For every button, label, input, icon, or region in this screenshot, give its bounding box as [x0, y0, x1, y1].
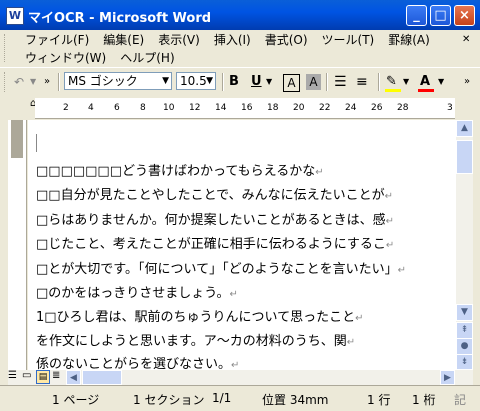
window-title: マイOCR - Microsoft Word — [28, 11, 212, 26]
scroll-thumb[interactable] — [456, 140, 473, 174]
text-cursor — [36, 134, 37, 152]
font-size-value: 10.5 — [180, 74, 207, 88]
toolbar-separator — [222, 73, 224, 91]
status-bar: 1 ページ 1 セクション 1/1 位置 34mm 1 行 1 桁 記 — [0, 385, 480, 411]
word-app-icon[interactable]: W — [6, 7, 24, 25]
font-size-select[interactable]: 10.5 ▼ — [176, 72, 216, 90]
ruler-tick: 18 — [267, 103, 279, 113]
ruler-tick: 20 — [293, 103, 305, 113]
font-name-dropdown-icon[interactable]: ▼ — [162, 73, 169, 89]
status-section: 1 セクション — [133, 393, 205, 407]
menu-table[interactable]: 罫線(A) — [381, 31, 437, 49]
char-border-button[interactable]: A — [283, 74, 300, 92]
status-column: 1 桁 — [412, 393, 436, 407]
scroll-up-icon[interactable]: ▲ — [456, 120, 473, 137]
document-line: □じたこと、考えたことが正確に相手に伝わるようにするこ↵ — [36, 237, 395, 252]
ruler-tick: 14 — [215, 103, 227, 113]
next-page-icon[interactable]: ⇟ — [456, 354, 473, 370]
status-position: 位置 34mm — [262, 393, 329, 407]
font-name-value: MS ゴシック — [68, 74, 138, 88]
vertical-ruler-margin — [11, 120, 23, 158]
menu-tools[interactable]: ツール(T) — [315, 31, 382, 49]
align-justify-icon[interactable]: ≡ — [356, 72, 368, 92]
ruler-tick: 22 — [319, 103, 331, 113]
char-shading-button[interactable]: A — [306, 74, 321, 90]
scroll-down-icon[interactable]: ▼ — [456, 304, 473, 321]
toolbar-separator — [326, 73, 328, 91]
outline-view-icon[interactable]: ≣ — [52, 370, 60, 381]
ruler-tick: 6 — [114, 103, 120, 113]
print-layout-icon[interactable]: ▤ — [36, 370, 50, 384]
ruler-tick: 4 — [88, 103, 94, 113]
ruler-tick: 3 — [447, 103, 453, 113]
menu-window[interactable]: ウィンドウ(W) — [18, 49, 113, 67]
scroll-left-icon[interactable]: ◀ — [66, 370, 81, 385]
document-area[interactable]: □□□□□□□どう書けばわかってもらえるかな↵ □□自分が見たことやしたことで、… — [28, 120, 456, 370]
horizontal-scrollbar[interactable]: ☰ ▭ ▤ ≣ ◀ ▶ — [8, 370, 473, 385]
toolbar-grip[interactable] — [4, 72, 8, 92]
toolbar-more-icon[interactable]: » — [464, 72, 470, 92]
menu-format[interactable]: 書式(O) — [258, 31, 315, 49]
toolbar-separator — [378, 73, 380, 91]
status-rec[interactable]: 記 — [454, 391, 466, 408]
menu-insert[interactable]: 挿入(I) — [207, 31, 258, 49]
vertical-ruler[interactable] — [8, 120, 27, 370]
close-button[interactable]: × — [454, 5, 475, 26]
prev-page-icon[interactable]: ⇞ — [456, 322, 473, 339]
menu-edit[interactable]: 編集(E) — [96, 31, 151, 49]
menu-help[interactable]: ヘルプ(H) — [113, 49, 181, 67]
ruler-tick: 8 — [140, 103, 146, 113]
horizontal-ruler[interactable]: 2 4 6 8 10 12 14 16 18 20 22 24 26 28 3 — [35, 98, 455, 119]
document-line: □らはありませんか。何か提案したいことがあるときは、感↵ — [36, 213, 395, 228]
status-line: 1 行 — [367, 393, 391, 407]
undo-icon[interactable]: ↶ — [14, 72, 24, 92]
document-line: □□□□□□□どう書けばわかってもらえるかな↵ — [36, 164, 324, 179]
ruler-corner: ⌂ — [0, 96, 36, 120]
ruler-tick: 24 — [345, 103, 357, 113]
font-size-dropdown-icon[interactable]: ▼ — [206, 73, 213, 89]
undo-dropdown-icon[interactable]: ▼ — [30, 72, 36, 92]
document-line: □とが大切です。「何について」「どのようなことを言いたい」↵ — [36, 262, 406, 277]
menu-bar: ファイル(F) 編集(E) 表示(V) 挿入(I) 書式(O) ツール(T) 罫… — [0, 30, 480, 66]
document-line: □□自分が見たことやしたことで、みんなに伝えたいことが↵ — [36, 188, 394, 203]
document-line: を作文にしようと思います。ア～カの材料のうち、関↵ — [36, 334, 356, 349]
normal-view-icon[interactable]: ☰ — [8, 370, 17, 381]
ruler-tick: 10 — [163, 103, 175, 113]
browse-object-icon[interactable]: ● — [456, 338, 473, 355]
underline-button[interactable]: U — [251, 72, 262, 92]
minimize-button[interactable]: _ — [406, 5, 427, 26]
ruler-tick: 26 — [371, 103, 383, 113]
web-layout-icon[interactable]: ▭ — [22, 370, 31, 381]
document-line: □のかをはっきりさせましょう。↵ — [36, 286, 238, 301]
ruler-tick: 28 — [397, 103, 409, 113]
toolbar-chevron-icon[interactable]: » — [44, 72, 50, 92]
title-bar[interactable]: W マイOCR - Microsoft Word _ □ × — [0, 0, 480, 30]
maximize-button[interactable]: □ — [430, 5, 451, 26]
font-color-swatch — [418, 89, 434, 92]
bold-button[interactable]: B — [229, 72, 239, 92]
status-page-count: 1/1 — [212, 391, 232, 405]
ruler-tick: 12 — [189, 103, 201, 113]
highlight-dropdown-icon[interactable]: ▼ — [403, 72, 409, 92]
formatting-toolbar: ↶ ▼ » MS ゴシック ▼ 10.5 ▼ B U ▼ A A ☰ ≡ ✎ ▼… — [0, 67, 480, 96]
menubar-close-doc-icon[interactable]: ✕ — [462, 34, 470, 45]
hscroll-thumb[interactable] — [82, 370, 122, 385]
status-page: 1 ページ — [52, 393, 100, 407]
font-name-select[interactable]: MS ゴシック ▼ — [64, 72, 172, 90]
underline-dropdown-icon[interactable]: ▼ — [266, 72, 272, 92]
ruler-tick: 2 — [63, 103, 69, 113]
toolbar-separator — [58, 73, 60, 91]
scroll-right-icon[interactable]: ▶ — [440, 370, 455, 385]
document-line: 1□ひろし君は、駅前のちゅうりんについて思ったこと↵ — [36, 310, 364, 325]
menu-view[interactable]: 表示(V) — [151, 31, 207, 49]
document-line: 係のないことがらを選びなさい。↵ — [36, 357, 240, 370]
font-color-dropdown-icon[interactable]: ▼ — [438, 72, 444, 92]
ruler-tick: 16 — [241, 103, 253, 113]
vertical-scrollbar[interactable]: ▲ ▼ ⇞ ● ⇟ — [456, 120, 473, 370]
highlight-color-swatch — [385, 89, 401, 92]
align-center-icon[interactable]: ☰ — [334, 72, 347, 92]
menu-file[interactable]: ファイル(F) — [18, 31, 96, 49]
menubar-grip[interactable] — [4, 34, 8, 62]
